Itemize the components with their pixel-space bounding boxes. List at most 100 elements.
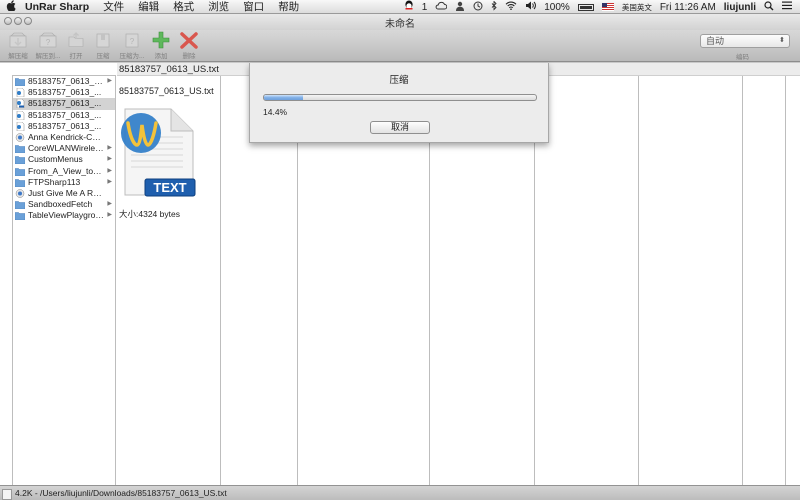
document-icon xyxy=(16,121,25,131)
us-flag-icon[interactable] xyxy=(601,3,614,11)
compress-button-label: 压缩 xyxy=(96,53,110,60)
notification-center-icon[interactable] xyxy=(782,1,792,13)
file-list-item[interactable]: TableViewPlayground ▶ xyxy=(13,210,115,221)
folder-icon xyxy=(15,201,25,210)
extract-to-button[interactable]: ? 解压到... xyxy=(33,31,63,60)
title-bar: 未命名 xyxy=(0,14,800,30)
folder-icon xyxy=(15,78,25,86)
delete-icon xyxy=(180,32,198,49)
cancel-button[interactable]: 取消 xyxy=(370,121,430,134)
file-name: Anna Kendrick-Cu... xyxy=(28,131,104,142)
file-list-item[interactable]: Just Give Me A Rea... xyxy=(13,188,115,199)
folder-icon xyxy=(15,145,25,154)
sheet-title: 压缩 xyxy=(389,75,409,86)
add-button[interactable]: 添加 xyxy=(146,31,176,60)
compress-icon xyxy=(96,33,110,48)
chevron-right-icon: ▶ xyxy=(107,156,112,163)
application-icon xyxy=(15,133,25,142)
open-button-label: 打开 xyxy=(69,53,83,60)
apple-menu-icon[interactable] xyxy=(0,0,22,14)
file-name: 85183757_0613_... xyxy=(28,87,102,98)
open-button[interactable]: 打开 xyxy=(61,31,91,60)
file-name: TableViewPlayground xyxy=(28,210,104,221)
file-list-item[interactable]: 85183757_0613_... xyxy=(13,98,115,110)
browser-column-8[interactable] xyxy=(743,76,786,485)
app-menu[interactable]: UnRar Sharp xyxy=(25,1,89,13)
chevron-right-icon: ▶ xyxy=(107,212,112,219)
file-list-item[interactable]: 85183757_0613_US ▶ xyxy=(13,76,115,87)
folder-icon xyxy=(15,156,25,165)
chevron-right-icon: ▶ xyxy=(107,78,112,84)
file-list-item[interactable]: 85183757_0613_... xyxy=(13,110,115,121)
menu-help[interactable]: 帮助 xyxy=(278,0,299,14)
menu-format[interactable]: 格式 xyxy=(173,0,194,14)
file-name: From_A_View_to_A... xyxy=(28,165,104,176)
bluetooth-icon[interactable] xyxy=(491,0,497,14)
progress-sheet: 压缩 14.4% 取消 xyxy=(249,63,549,143)
file-list-item[interactable]: From_A_View_to_A... ▶ xyxy=(13,166,115,177)
wifi-icon[interactable] xyxy=(505,1,517,13)
volume-icon[interactable] xyxy=(525,1,537,13)
user-icon[interactable] xyxy=(455,1,465,14)
browser-column-6[interactable] xyxy=(535,76,639,485)
file-name: CustomMenus xyxy=(28,154,83,165)
file-list-item[interactable]: 85183757_0613_... xyxy=(13,121,115,132)
chevron-right-icon: ▶ xyxy=(107,178,112,185)
progress-fill xyxy=(264,95,304,100)
spotlight-icon[interactable] xyxy=(764,0,774,14)
battery-percent[interactable]: 100% xyxy=(544,2,570,13)
qq-icon[interactable] xyxy=(404,0,414,14)
file-list-item[interactable]: CoreWLANWireless... ▶ xyxy=(13,143,115,154)
folder-icon xyxy=(15,212,25,221)
text-badge: TEXT xyxy=(153,180,186,195)
input-method-menu[interactable]: 美国英文 xyxy=(622,2,652,13)
compress-as-button[interactable]: ? 压缩为... xyxy=(117,31,147,60)
file-list-item[interactable]: 85183757_0613_... xyxy=(13,87,115,98)
document-icon xyxy=(16,88,25,98)
progress-bar xyxy=(263,94,537,101)
text-file-icon xyxy=(16,99,25,109)
menu-edit[interactable]: 编辑 xyxy=(138,0,159,14)
close-window-button[interactable] xyxy=(4,17,12,25)
file-list-item[interactable]: CustomMenus ▶ xyxy=(13,154,115,165)
file-list-column[interactable]: 85183757_0613_US ▶ 85183757_0613_... 851837… xyxy=(12,75,116,485)
browser-column-7[interactable] xyxy=(639,76,743,485)
file-list-item[interactable]: FTPSharp113 ▶ xyxy=(13,177,115,188)
svg-text:?: ? xyxy=(46,38,51,47)
add-icon xyxy=(152,31,170,49)
file-name: 85183757_0613_... xyxy=(28,120,102,131)
minimize-window-button[interactable] xyxy=(14,17,22,25)
extract-to-button-label: 解压到... xyxy=(35,53,61,60)
extract-icon xyxy=(9,32,27,48)
text-document-icon: TEXT xyxy=(117,105,199,204)
encoding-value: 自动 xyxy=(706,36,725,46)
menu-file[interactable]: 文件 xyxy=(103,0,124,14)
chevron-right-icon: ▶ xyxy=(107,167,112,174)
user-name[interactable]: liujunli xyxy=(724,2,756,13)
time-machine-icon[interactable] xyxy=(473,1,483,14)
file-name: CoreWLANWireless... xyxy=(28,143,104,154)
folder-icon xyxy=(15,178,25,187)
file-name: 85183757_0613_... xyxy=(28,109,102,120)
cloud-sync-icon[interactable] xyxy=(435,1,448,13)
delete-button[interactable]: 删除 xyxy=(174,31,204,60)
compress-button[interactable]: 压缩 xyxy=(88,31,118,60)
chevron-right-icon: ▶ xyxy=(107,201,112,208)
folder-icon xyxy=(15,167,25,176)
status-toggle-button[interactable] xyxy=(2,489,12,500)
progress-percent: 14.4% xyxy=(263,107,288,117)
encoding-select[interactable]: 自动 ⬍ xyxy=(700,34,790,48)
file-name: Just Give Me A Rea... xyxy=(28,187,104,198)
preview-filename: 85183757_0613_US.txt xyxy=(119,86,214,96)
file-list-item[interactable]: Anna Kendrick-Cu... xyxy=(13,132,115,143)
zoom-window-button[interactable] xyxy=(24,17,32,25)
menu-view[interactable]: 浏览 xyxy=(208,0,229,14)
menu-window[interactable]: 窗口 xyxy=(243,0,264,14)
battery-icon[interactable] xyxy=(577,3,594,11)
preview-size: 大小:4324 bytes xyxy=(119,209,180,219)
extract-to-icon: ? xyxy=(39,32,57,48)
clock[interactable]: Fri 11:26 AM xyxy=(660,2,716,13)
file-name: 85183757_0613_US xyxy=(28,76,104,86)
extract-button[interactable]: 解压缩 xyxy=(3,31,33,60)
file-list-item[interactable]: SandboxedFetch ▶ xyxy=(13,199,115,210)
